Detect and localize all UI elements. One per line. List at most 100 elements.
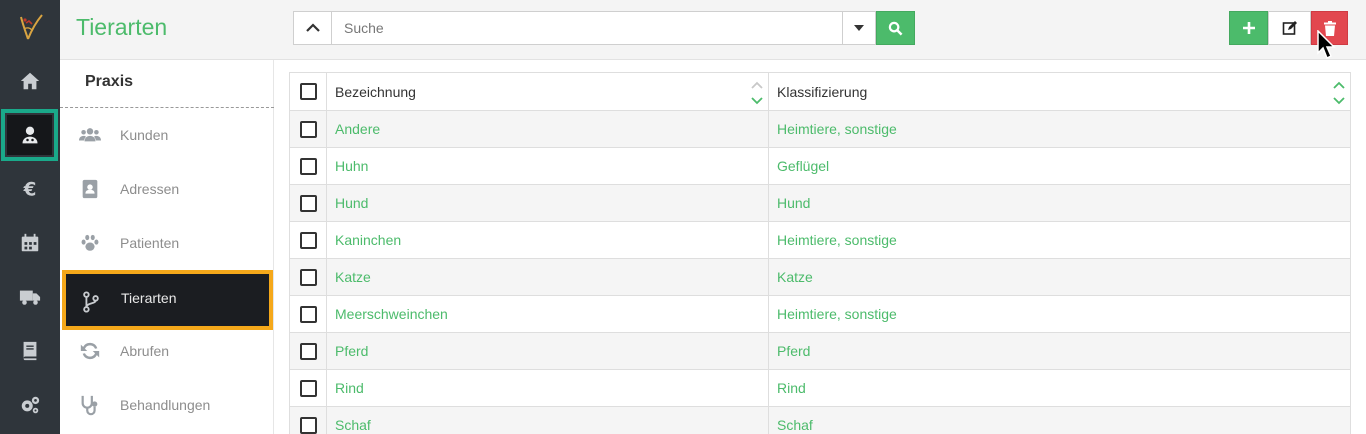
logo (0, 0, 60, 54)
row-select-cell (289, 369, 327, 407)
row-checkbox[interactable] (300, 379, 317, 397)
cell-klassifizierung[interactable]: Heimtiere, sonstige (768, 295, 1351, 333)
praxis-subnav: Praxis Kunden Adressen Patienten Tierart… (60, 60, 274, 434)
rail-home[interactable] (0, 54, 60, 108)
subnav-item-label: Kunden (120, 127, 169, 143)
table-row[interactable]: Pferd Pferd (289, 332, 1351, 370)
cell-klassifizierung[interactable]: Rind (768, 369, 1351, 407)
table-row[interactable]: Hund Hund (289, 184, 1351, 222)
cell-bezeichnung[interactable]: Schaf (326, 406, 769, 434)
cell-klassifizierung[interactable]: Heimtiere, sonstige (768, 221, 1351, 259)
table-header-row: Bezeichnung Klassifizierung (289, 72, 1351, 111)
rail-finance[interactable]: € (0, 162, 60, 216)
row-select-cell (289, 184, 327, 222)
cell-klassifizierung[interactable]: Heimtiere, sonstige (768, 110, 1351, 148)
address-book-icon (77, 176, 103, 202)
select-all-checkbox[interactable] (300, 83, 317, 100)
calendar-icon (21, 233, 39, 252)
sort-icon[interactable] (750, 77, 764, 107)
table-row[interactable]: Katze Katze (289, 258, 1351, 296)
edit-icon (1282, 21, 1297, 35)
row-checkbox[interactable] (300, 120, 317, 138)
code-branch-icon (78, 289, 104, 315)
subnav-item-adressen[interactable]: Adressen (60, 162, 274, 216)
search-input[interactable] (332, 11, 843, 45)
subnav-item-label: Tierarten (121, 290, 177, 306)
main-rail: € (0, 0, 60, 434)
collapse-search-button[interactable] (293, 11, 332, 45)
row-select-cell (289, 258, 327, 296)
cell-bezeichnung[interactable]: Andere (326, 110, 769, 148)
column-header-label: Bezeichnung (335, 83, 416, 100)
search-bar (293, 11, 915, 45)
cell-bezeichnung[interactable]: Meerschweinchen (326, 295, 769, 333)
caret-down-icon (854, 25, 864, 31)
row-select-cell (289, 221, 327, 259)
euro-icon: € (23, 179, 37, 200)
subnav-item-kunden[interactable]: Kunden (60, 108, 274, 162)
cell-klassifizierung[interactable]: Geflügel (768, 147, 1351, 185)
table-row[interactable]: Meerschweinchen Heimtiere, sonstige (289, 295, 1351, 333)
search-options-dropdown[interactable] (843, 11, 876, 45)
add-button[interactable] (1229, 11, 1268, 45)
table-row[interactable]: Andere Heimtiere, sonstige (289, 110, 1351, 148)
subnav-item-tierarten[interactable]: Tierarten (61, 268, 274, 330)
subnav-item-abrufen[interactable]: Abrufen (60, 324, 274, 378)
cell-bezeichnung[interactable]: Pferd (326, 332, 769, 370)
subnav-title: Praxis (85, 73, 134, 90)
row-select-cell (289, 147, 327, 185)
plus-icon (1242, 22, 1255, 34)
subnav-item-label: Adressen (120, 181, 180, 197)
cell-bezeichnung[interactable]: Hund (326, 184, 769, 222)
rail-delivery[interactable] (0, 270, 60, 324)
row-checkbox[interactable] (300, 342, 317, 360)
cell-bezeichnung[interactable]: Huhn (326, 147, 769, 185)
search-icon (888, 21, 903, 35)
cell-bezeichnung[interactable]: Katze (326, 258, 769, 296)
rail-settings[interactable] (0, 378, 60, 432)
table-row[interactable]: Huhn Geflügel (289, 147, 1351, 185)
search-button[interactable] (876, 11, 915, 45)
row-checkbox[interactable] (300, 305, 317, 323)
table-row[interactable]: Schaf Schaf (289, 406, 1351, 434)
svg-text:€: € (23, 179, 37, 200)
cell-klassifizierung[interactable]: Hund (768, 184, 1351, 222)
row-checkbox[interactable] (300, 194, 317, 212)
column-header-klassifizierung[interactable]: Klassifizierung (768, 72, 1351, 111)
subnav-item-label: Abrufen (120, 343, 170, 359)
medical-staff-icon (22, 126, 37, 144)
cell-bezeichnung[interactable]: Kaninchen (326, 221, 769, 259)
settings-icon (21, 396, 40, 414)
subnav-item-patienten[interactable]: Patienten (60, 216, 274, 270)
rail-calendar[interactable] (0, 216, 60, 270)
row-checkbox[interactable] (300, 157, 317, 175)
sync-icon (77, 338, 103, 364)
select-all-cell (289, 72, 327, 111)
row-checkbox[interactable] (300, 268, 317, 286)
logo-mark-icon (20, 14, 43, 40)
species-table: Bezeichnung Klassifizierung Andere Heimt… (289, 72, 1351, 434)
row-select-cell (289, 110, 327, 148)
rail-practice[interactable] (0, 108, 60, 162)
edit-button[interactable] (1268, 11, 1311, 45)
row-checkbox[interactable] (300, 231, 317, 249)
subnav-item-label: Behandlungen (120, 397, 211, 413)
column-header-bezeichnung[interactable]: Bezeichnung (326, 72, 769, 111)
cell-klassifizierung[interactable]: Schaf (768, 406, 1351, 434)
table-row[interactable]: Rind Rind (289, 369, 1351, 407)
table-row[interactable]: Kaninchen Heimtiere, sonstige (289, 221, 1351, 259)
row-checkbox[interactable] (300, 416, 317, 434)
cell-klassifizierung[interactable]: Katze (768, 258, 1351, 296)
users-icon (77, 122, 103, 148)
subnav-item-behandlungen[interactable]: Behandlungen (60, 378, 274, 432)
row-select-cell (289, 406, 327, 434)
cell-bezeichnung[interactable]: Rind (326, 369, 769, 407)
rail-practice-inner (7, 115, 52, 155)
page-title: Tierarten (76, 14, 168, 40)
sort-icon[interactable] (1332, 77, 1346, 107)
rail-library[interactable] (0, 324, 60, 378)
row-select-cell (289, 295, 327, 333)
row-select-cell (289, 332, 327, 370)
cell-klassifizierung[interactable]: Pferd (768, 332, 1351, 370)
subnav-item-label: Patienten (120, 235, 180, 251)
